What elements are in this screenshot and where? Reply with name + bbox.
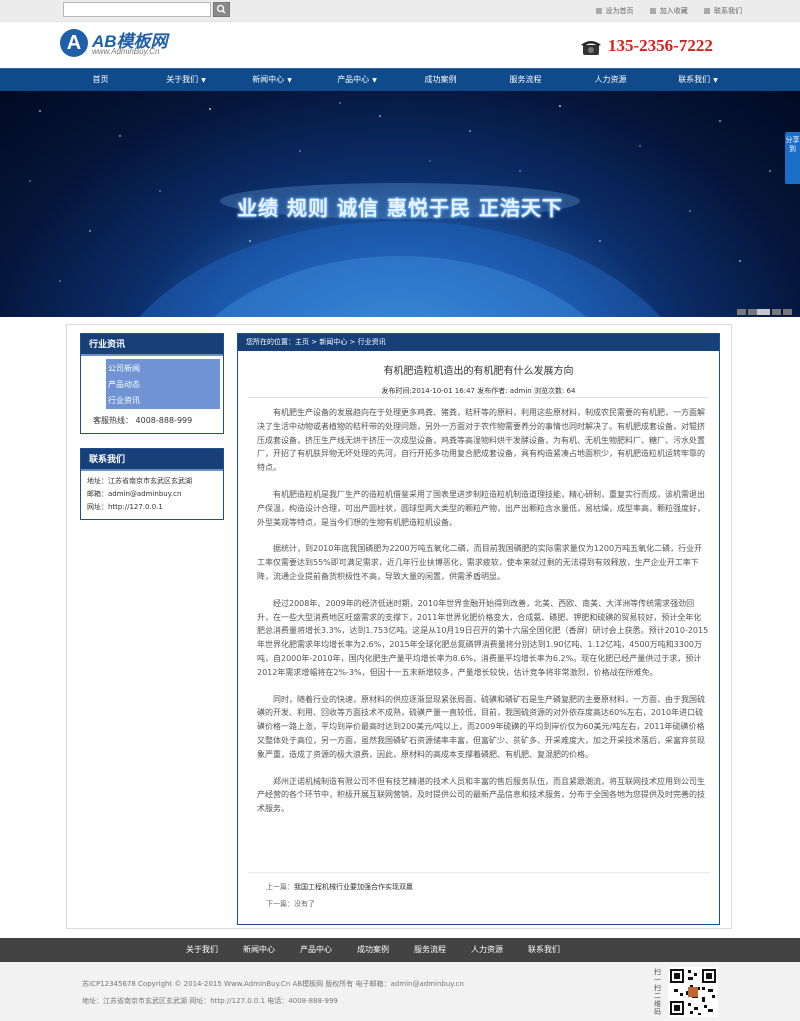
footer-link-service[interactable]: 服务流程 — [414, 938, 446, 962]
logo-subtitle: www.AdminBuy.Cn — [92, 47, 160, 56]
slide-dot-3[interactable] — [757, 309, 770, 315]
sidebar-item-industry-news[interactable]: 行业资讯 — [106, 393, 220, 409]
footer-link-products[interactable]: 产品中心 — [300, 938, 332, 962]
footer-address: 地址：江苏省南京市玄武区玄武湖 网址：http://127.0.0.1 电话：4… — [82, 997, 338, 1005]
footer-link-contact[interactable]: 联系我们 — [528, 938, 560, 962]
qr-label: 扫一扫二维码 — [654, 968, 661, 1016]
prev-article-link[interactable]: 我国工程机械行业要加强合作实现双赢 — [294, 883, 413, 891]
contact-title: 联系我们 — [81, 449, 223, 471]
chevron-down-icon: ▼ — [201, 77, 206, 84]
search-button[interactable] — [213, 2, 230, 17]
divider — [248, 872, 709, 873]
sidebar-item-product-news[interactable]: 产品动态 — [106, 377, 220, 393]
hero-banner: 业绩 规则 诚信 惠悦于民 正浩天下 — [0, 91, 800, 317]
banner-slogan: 业绩 规则 诚信 惠悦于民 正浩天下 — [237, 196, 563, 220]
footer-link-cases[interactable]: 成功案例 — [357, 938, 389, 962]
nav-about[interactable]: 关于我们 ▼ — [147, 69, 225, 91]
article-box: 您所在的位置：主页 > 新闻中心 > 行业资讯 有机肥造粒机造出的有机肥有什么发… — [237, 333, 720, 925]
slide-dot-2[interactable] — [748, 309, 757, 315]
mail-icon — [704, 8, 710, 14]
slide-dot-4[interactable] — [772, 309, 781, 315]
phone-number: 135-2356-7222 — [608, 36, 713, 55]
article-body: 有机肥生产设备的发展趋向在于处理更多鸡粪、猪粪，秸秆等的原料，利用这些原材料，制… — [257, 406, 709, 829]
next-article-link: 没有了 — [294, 900, 315, 908]
chevron-down-icon: ▼ — [713, 77, 718, 84]
footer-link-news[interactable]: 新闻中心 — [243, 938, 275, 962]
sidebar-list: 公司新闻 产品动态 行业资讯 — [106, 359, 220, 409]
telephone-icon — [581, 41, 601, 55]
logo-mark[interactable]: A — [60, 29, 88, 57]
share-tab[interactable]: 分享到 — [785, 132, 800, 184]
footer-copyright: 苏ICP12345678 Copyright © 2014-2015 Www.A… — [82, 980, 464, 988]
nav-home[interactable]: 首页 — [63, 69, 141, 91]
search-icon — [216, 4, 226, 14]
top-links: 设为首页 加入收藏 联系我们 — [582, 6, 742, 16]
search-input[interactable] — [63, 2, 211, 17]
home-icon — [595, 8, 602, 14]
prev-article: 上一篇：我国工程机械行业要加强合作实现双赢 — [266, 882, 413, 892]
article-paragraph: 有机肥生产设备的发展趋向在于处理更多鸡粪、猪粪，秸秆等的原料，利用这些原材料，制… — [257, 408, 705, 473]
nav-products[interactable]: 产品中心 ▼ — [318, 69, 396, 91]
footer-nav: 关于我们 新闻中心 产品中心 成功案例 服务流程 人力资源 联系我们 — [0, 938, 800, 962]
nav-cases[interactable]: 成功案例 — [403, 69, 481, 91]
set-homepage-link[interactable]: 设为首页 — [595, 6, 634, 16]
breadcrumb[interactable]: 您所在的位置：主页 > 新闻中心 > 行业资讯 — [238, 334, 719, 351]
contact-website: 网址：http://127.0.0.1 — [87, 503, 163, 511]
add-favorite-link[interactable]: 加入收藏 — [649, 6, 688, 16]
footer-link-hr[interactable]: 人力资源 — [471, 938, 503, 962]
contact-link[interactable]: 联系我们 — [704, 6, 742, 16]
qr-code-icon — [668, 967, 718, 1017]
article-paragraph: 经过2008年、2009年的经济低迷时期，2010年世界金融开始得到改善，北美、… — [257, 598, 709, 677]
prev-label: 上一篇： — [266, 883, 294, 891]
nav-news[interactable]: 新闻中心 ▼ — [233, 69, 311, 91]
article-paragraph: 据统计，到2010年底我国磷肥为2200万吨五氧化二磷，而目前我国磷肥的实际需求… — [257, 544, 703, 581]
article-paragraph: 郑州正诺机械制造有限公司不但有技艺精湛的技术人员和丰富的售后服务队伍，而且紧跟潮… — [257, 776, 705, 814]
article-paragraph: 有机肥造粒机是我厂生产的造粒机借鉴采用了国表里进步制粒造粒机制造道理技能，精心研… — [257, 489, 705, 527]
article-title: 有机肥造粒机造出的有机肥有什么发展方向 — [383, 366, 574, 377]
next-label: 下一篇： — [266, 900, 294, 908]
chevron-down-icon: ▼ — [372, 77, 377, 84]
sidebar-contact-box: 联系我们 地址：江苏省南京市玄武区玄武湖 邮箱：admin@adminbuy.c… — [80, 448, 224, 520]
nav-hr[interactable]: 人力资源 — [573, 69, 651, 91]
sidebar-item-company-news[interactable]: 公司新闻 — [106, 361, 220, 377]
footer-link-about[interactable]: 关于我们 — [186, 938, 218, 962]
star-icon — [649, 8, 656, 14]
article-paragraph: 同时，随着行业的快速，原材料的供应逐渐显现紧张局面，硫磺和磷矿石是生产磷复肥的主… — [257, 694, 705, 759]
main-nav: 首页 关于我们 ▼ 新闻中心 ▼ 产品中心 ▼ 成功案例 服务流程 人力资源 联系我们… — [0, 68, 800, 91]
sidebar-title: 行业资讯 — [81, 334, 223, 356]
slide-dot-5[interactable] — [783, 309, 792, 315]
article-meta: 发布时间:2014-10-01 16:47 发布作者: admin 浏览次数: … — [381, 387, 576, 395]
sidebar-category-box: 行业资讯 公司新闻 产品动态 行业资讯 客服热线： 4008-888-999 — [80, 333, 224, 434]
hotline-text: 客服热线： 4008-888-999 — [93, 416, 193, 425]
nav-contact[interactable]: 联系我们 ▼ — [659, 69, 737, 91]
chevron-down-icon: ▼ — [287, 77, 292, 84]
contact-address: 地址：江苏省南京市玄武区玄武湖 — [87, 477, 192, 485]
nav-service[interactable]: 服务流程 — [488, 69, 566, 91]
next-article: 下一篇：没有了 — [266, 899, 315, 909]
divider — [248, 397, 709, 398]
slide-dot-1[interactable] — [737, 309, 746, 315]
contact-email: 邮箱：admin@adminbuy.cn — [87, 490, 182, 498]
